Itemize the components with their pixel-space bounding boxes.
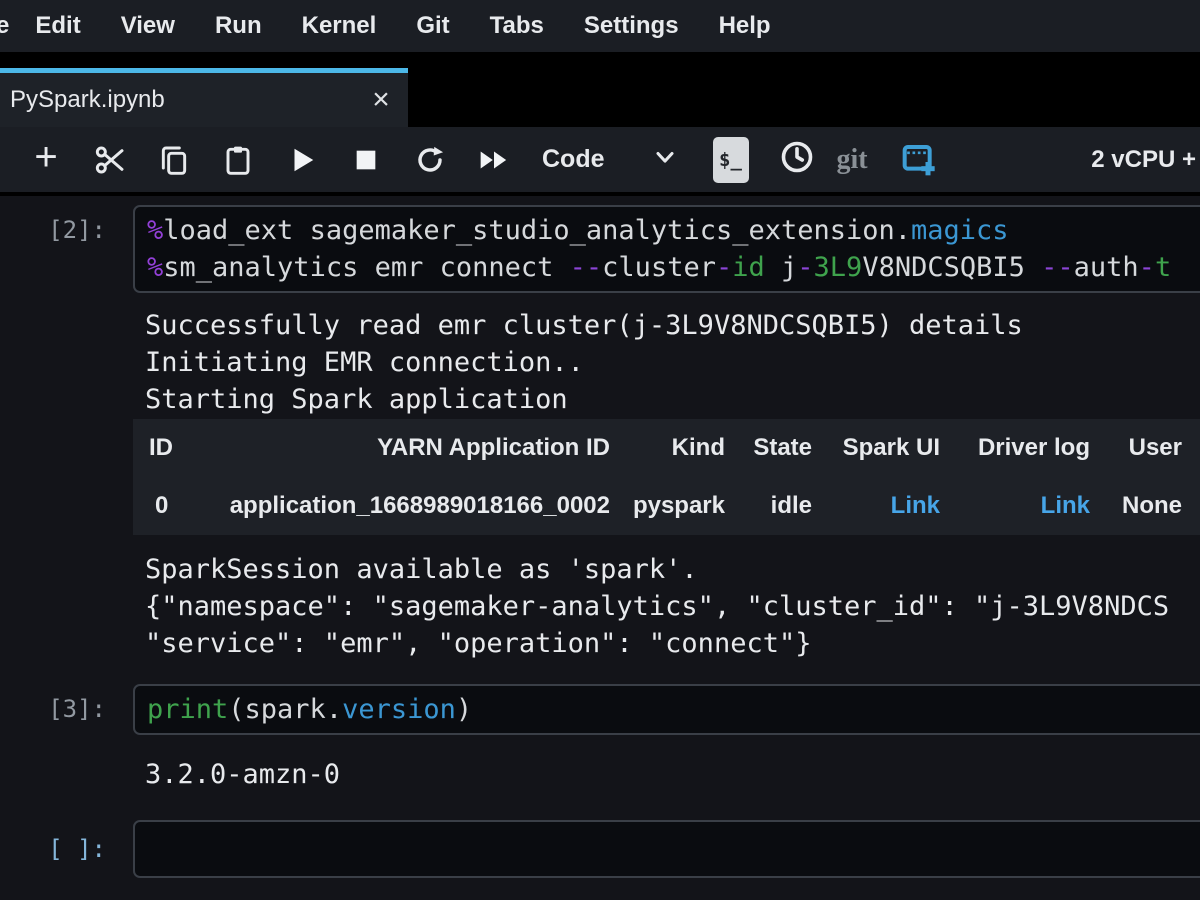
notebook-panel: [2]: %load_ext sagemaker_studio_analytic… bbox=[0, 196, 1200, 900]
cell-id: 0 bbox=[133, 471, 190, 535]
git-button[interactable]: git bbox=[837, 144, 868, 176]
col-header-spark-ui: Spark UI bbox=[822, 419, 950, 471]
menu-item-run[interactable]: Run bbox=[195, 12, 282, 40]
scissors-icon bbox=[94, 144, 126, 176]
col-header-user: User bbox=[1100, 419, 1200, 471]
cut-cells-button[interactable] bbox=[78, 130, 142, 190]
menu-bar: e Edit View Run Kernel Git Tabs Settings… bbox=[0, 0, 1200, 52]
table-header-row: ID YARN Application ID Kind State Spark … bbox=[133, 419, 1200, 471]
cell-2-input[interactable]: %load_ext sagemaker_studio_analytics_ext… bbox=[133, 205, 1200, 293]
history-button[interactable] bbox=[779, 139, 815, 180]
clock-icon bbox=[779, 139, 815, 175]
menu-item-file-partial[interactable]: e bbox=[0, 12, 15, 40]
tab-title: PySpark.ipynb bbox=[0, 86, 354, 114]
add-cell-button[interactable]: + bbox=[14, 130, 78, 190]
output-line: {"namespace": "sagemaker-analytics", "cl… bbox=[145, 588, 1200, 625]
col-header-state: State bbox=[735, 419, 822, 471]
stop-icon bbox=[352, 146, 380, 174]
cell-2-output-session: SparkSession available as 'spark'. {"nam… bbox=[145, 551, 1200, 662]
paste-icon bbox=[222, 144, 254, 176]
kernel-instance-status[interactable]: 2 vCPU + 4 bbox=[1091, 146, 1200, 174]
code-line: %load_ext sagemaker_studio_analytics_ext… bbox=[147, 212, 1200, 249]
cell-2-prompt: [2]: bbox=[0, 205, 133, 293]
output-line: 3.2.0-amzn-0 bbox=[145, 756, 1200, 793]
driver-log-link[interactable]: Link bbox=[1041, 492, 1090, 519]
menu-item-tabs[interactable]: Tabs bbox=[470, 12, 564, 40]
create-notebook-job-button[interactable] bbox=[898, 137, 938, 182]
terminal-icon: $_ bbox=[719, 149, 742, 171]
col-header-id: ID bbox=[133, 419, 190, 471]
table-row: 0 application_1668989018166_0002 pyspark… bbox=[133, 471, 1200, 535]
restart-run-all-button[interactable] bbox=[462, 130, 526, 190]
spark-ui-link[interactable]: Link bbox=[891, 492, 940, 519]
menu-item-view[interactable]: View bbox=[101, 12, 195, 40]
tab-pyspark-notebook[interactable]: PySpark.ipynb × bbox=[0, 68, 408, 127]
play-icon bbox=[287, 145, 317, 175]
menu-item-edit[interactable]: Edit bbox=[15, 12, 100, 40]
cell-type-select[interactable]: Code bbox=[542, 145, 605, 174]
col-header-kind: Kind bbox=[620, 419, 735, 471]
empty-cell-input[interactable] bbox=[133, 820, 1200, 878]
output-line: Starting Spark application bbox=[145, 381, 1200, 418]
cell-user: None bbox=[1100, 471, 1200, 535]
code-line: print(spark.version) bbox=[147, 691, 1200, 728]
col-header-yarn-id: YARN Application ID bbox=[190, 419, 620, 471]
restart-kernel-button[interactable] bbox=[398, 130, 462, 190]
code-cell-2: [2]: %load_ext sagemaker_studio_analytic… bbox=[0, 205, 1200, 293]
output-line: Initiating EMR connection.. bbox=[145, 344, 1200, 381]
cell-3-prompt: [3]: bbox=[0, 684, 133, 735]
code-cell-3: [3]: print(spark.version) bbox=[0, 684, 1200, 735]
cell-state: idle bbox=[735, 471, 822, 535]
output-line: SparkSession available as 'spark'. bbox=[145, 551, 1200, 588]
cell-kind: pyspark bbox=[620, 471, 735, 535]
run-cell-button[interactable] bbox=[270, 130, 334, 190]
menu-item-help[interactable]: Help bbox=[699, 12, 791, 40]
output-line: "service": "emr", "operation": "connect"… bbox=[145, 625, 1200, 662]
paste-cells-button[interactable] bbox=[206, 130, 270, 190]
copy-icon bbox=[158, 144, 190, 176]
menu-item-settings[interactable]: Settings bbox=[564, 12, 699, 40]
cell-3-input[interactable]: print(spark.version) bbox=[133, 684, 1200, 735]
empty-cell-prompt: [ ]: bbox=[0, 820, 133, 878]
spark-application-table: ID YARN Application ID Kind State Spark … bbox=[133, 419, 1200, 535]
terminal-button[interactable]: $_ bbox=[713, 137, 749, 183]
close-icon[interactable]: × bbox=[354, 85, 408, 115]
code-cell-empty: [ ]: bbox=[0, 820, 1200, 878]
plus-icon: + bbox=[34, 135, 57, 180]
fast-forward-icon bbox=[477, 145, 511, 175]
tab-bar: PySpark.ipynb × bbox=[0, 52, 1200, 127]
cell-yarn-id: application_1668989018166_0002 bbox=[190, 471, 620, 535]
output-line: Successfully read emr cluster(j-3L9V8NDC… bbox=[145, 307, 1200, 344]
schedule-plus-icon bbox=[898, 137, 938, 177]
notebook-toolbar: + bbox=[0, 127, 1200, 196]
interrupt-kernel-button[interactable] bbox=[334, 130, 398, 190]
col-header-driver-log: Driver log bbox=[950, 419, 1100, 471]
restart-icon bbox=[414, 144, 446, 176]
chevron-down-icon[interactable] bbox=[651, 143, 679, 176]
menu-item-git[interactable]: Git bbox=[396, 12, 469, 40]
cell-3-output: 3.2.0-amzn-0 bbox=[145, 756, 1200, 793]
menu-item-kernel[interactable]: Kernel bbox=[282, 12, 397, 40]
cell-2-output-log: Successfully read emr cluster(j-3L9V8NDC… bbox=[145, 307, 1200, 418]
code-line: %sm_analytics emr connect --cluster-id j… bbox=[147, 249, 1200, 286]
copy-cells-button[interactable] bbox=[142, 130, 206, 190]
